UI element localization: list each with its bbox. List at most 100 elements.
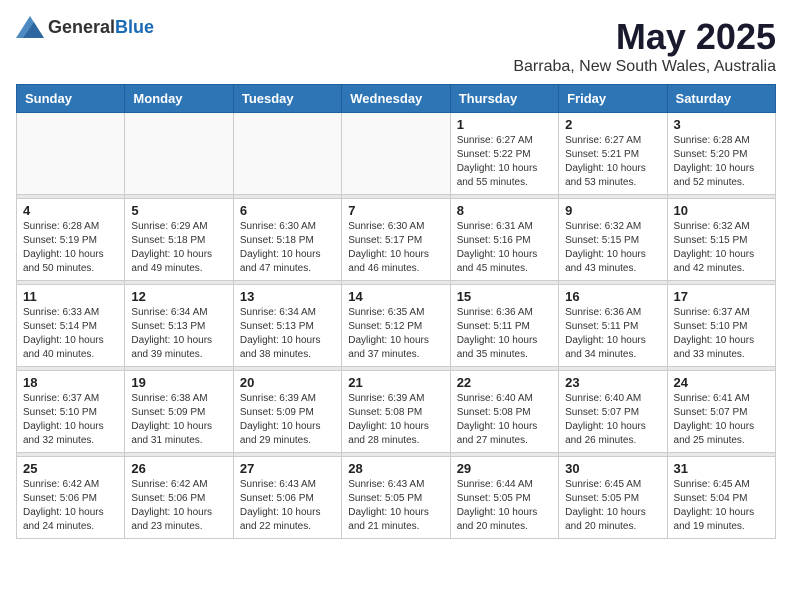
calendar-cell: 4 Sunrise: 6:28 AM Sunset: 5:19 PM Daylig… xyxy=(17,199,125,281)
day-info: Sunrise: 6:30 AM Sunset: 5:18 PM Dayligh… xyxy=(240,220,335,276)
calendar-cell: 18 Sunrise: 6:37 AM Sunset: 5:10 PM Dayli… xyxy=(17,371,125,453)
day-number: 6 xyxy=(240,203,335,218)
day-info: Sunrise: 6:42 AM Sunset: 5:06 PM Dayligh… xyxy=(23,478,118,534)
calendar-cell: 31Sunrise: 6:45 AM Sunset: 5:04 PM Dayli… xyxy=(667,457,775,539)
day-number: 28 xyxy=(348,461,443,476)
calendar-cell: 29Sunrise: 6:44 AM Sunset: 5:05 PM Dayli… xyxy=(450,457,558,539)
calendar-week-row: 11 Sunrise: 6:33 AM Sunset: 5:14 PM Dayli… xyxy=(17,285,776,367)
calendar-cell xyxy=(342,113,450,195)
day-number: 9 xyxy=(565,203,660,218)
day-number: 11 xyxy=(23,289,118,304)
day-info: Sunrise: 6:27 AM Sunset: 5:22 PM Dayligh… xyxy=(457,134,552,190)
day-info: Sunrise: 6:28 AM Sunset: 5:20 PM Dayligh… xyxy=(674,134,769,190)
day-number: 7 xyxy=(348,203,443,218)
day-info: Sunrise: 6:28 AM Sunset: 5:19 PM Dayligh… xyxy=(23,220,118,276)
calendar-cell: 16 Sunrise: 6:36 AM Sunset: 5:11 PM Dayli… xyxy=(559,285,667,367)
day-info: Sunrise: 6:32 AM Sunset: 5:15 PM Dayligh… xyxy=(674,220,769,276)
day-number: 18 xyxy=(23,375,118,390)
day-info: Sunrise: 6:31 AM Sunset: 5:16 PM Dayligh… xyxy=(457,220,552,276)
day-info: Sunrise: 6:32 AM Sunset: 5:15 PM Dayligh… xyxy=(565,220,660,276)
calendar-table: SundayMondayTuesdayWednesdayThursdayFrid… xyxy=(16,84,776,539)
logo-text-blue: Blue xyxy=(115,17,154,38)
day-info: Sunrise: 6:34 AM Sunset: 5:13 PM Dayligh… xyxy=(240,306,335,362)
calendar-week-row: 1 Sunrise: 6:27 AM Sunset: 5:22 PM Daylig… xyxy=(17,113,776,195)
day-info: Sunrise: 6:39 AM Sunset: 5:08 PM Dayligh… xyxy=(348,392,443,448)
calendar-cell: 26 Sunrise: 6:42 AM Sunset: 5:06 PM Dayli… xyxy=(125,457,233,539)
calendar-header-row: SundayMondayTuesdayWednesdayThursdayFrid… xyxy=(17,85,776,113)
day-number: 13 xyxy=(240,289,335,304)
calendar-cell: 17 Sunrise: 6:37 AM Sunset: 5:10 PM Dayli… xyxy=(667,285,775,367)
calendar-cell: 12 Sunrise: 6:34 AM Sunset: 5:13 PM Dayli… xyxy=(125,285,233,367)
day-info: Sunrise: 6:45 AM Sunset: 5:04 PM Dayligh… xyxy=(674,478,769,534)
day-info: Sunrise: 6:41 AM Sunset: 5:07 PM Dayligh… xyxy=(674,392,769,448)
calendar-cell: 14 Sunrise: 6:35 AM Sunset: 5:12 PM Dayli… xyxy=(342,285,450,367)
day-number: 30 xyxy=(565,461,660,476)
calendar-cell: 6 Sunrise: 6:30 AM Sunset: 5:18 PM Daylig… xyxy=(233,199,341,281)
calendar-cell: 13 Sunrise: 6:34 AM Sunset: 5:13 PM Dayli… xyxy=(233,285,341,367)
day-info: Sunrise: 6:37 AM Sunset: 5:10 PM Dayligh… xyxy=(674,306,769,362)
calendar-cell: 9 Sunrise: 6:32 AM Sunset: 5:15 PM Daylig… xyxy=(559,199,667,281)
day-number: 20 xyxy=(240,375,335,390)
day-number: 17 xyxy=(674,289,769,304)
day-info: Sunrise: 6:44 AM Sunset: 5:05 PM Dayligh… xyxy=(457,478,552,534)
calendar-cell: 5 Sunrise: 6:29 AM Sunset: 5:18 PM Daylig… xyxy=(125,199,233,281)
day-info: Sunrise: 6:36 AM Sunset: 5:11 PM Dayligh… xyxy=(565,306,660,362)
day-number: 24 xyxy=(674,375,769,390)
day-info: Sunrise: 6:34 AM Sunset: 5:13 PM Dayligh… xyxy=(131,306,226,362)
logo-text-general: General xyxy=(48,17,115,38)
calendar-cell: 1 Sunrise: 6:27 AM Sunset: 5:22 PM Daylig… xyxy=(450,113,558,195)
day-number: 10 xyxy=(674,203,769,218)
calendar-header-thursday: Thursday xyxy=(450,85,558,113)
day-info: Sunrise: 6:33 AM Sunset: 5:14 PM Dayligh… xyxy=(23,306,118,362)
calendar-cell: 20Sunrise: 6:39 AM Sunset: 5:09 PM Dayli… xyxy=(233,371,341,453)
page-header: General Blue May 2025 Barraba, New South… xyxy=(16,16,776,76)
day-number: 5 xyxy=(131,203,226,218)
calendar-cell: 11 Sunrise: 6:33 AM Sunset: 5:14 PM Dayli… xyxy=(17,285,125,367)
day-number: 8 xyxy=(457,203,552,218)
day-info: Sunrise: 6:45 AM Sunset: 5:05 PM Dayligh… xyxy=(565,478,660,534)
calendar-cell: 8 Sunrise: 6:31 AM Sunset: 5:16 PM Daylig… xyxy=(450,199,558,281)
calendar-week-row: 18 Sunrise: 6:37 AM Sunset: 5:10 PM Dayli… xyxy=(17,371,776,453)
calendar-header-tuesday: Tuesday xyxy=(233,85,341,113)
day-number: 2 xyxy=(565,117,660,132)
calendar-cell xyxy=(233,113,341,195)
day-info: Sunrise: 6:42 AM Sunset: 5:06 PM Dayligh… xyxy=(131,478,226,534)
calendar-cell: 27Sunrise: 6:43 AM Sunset: 5:06 PM Dayli… xyxy=(233,457,341,539)
calendar-week-row: 25 Sunrise: 6:42 AM Sunset: 5:06 PM Dayli… xyxy=(17,457,776,539)
day-number: 14 xyxy=(348,289,443,304)
calendar-cell: 28 Sunrise: 6:43 AM Sunset: 5:05 PM Dayli… xyxy=(342,457,450,539)
day-number: 19 xyxy=(131,375,226,390)
calendar-cell: 24 Sunrise: 6:41 AM Sunset: 5:07 PM Dayli… xyxy=(667,371,775,453)
day-number: 4 xyxy=(23,203,118,218)
day-number: 25 xyxy=(23,461,118,476)
calendar-header-sunday: Sunday xyxy=(17,85,125,113)
calendar-cell: 3 Sunrise: 6:28 AM Sunset: 5:20 PM Daylig… xyxy=(667,113,775,195)
day-info: Sunrise: 6:43 AM Sunset: 5:05 PM Dayligh… xyxy=(348,478,443,534)
day-number: 1 xyxy=(457,117,552,132)
calendar-cell: 2Sunrise: 6:27 AM Sunset: 5:21 PM Daylig… xyxy=(559,113,667,195)
calendar-header-wednesday: Wednesday xyxy=(342,85,450,113)
calendar-cell: 30 Sunrise: 6:45 AM Sunset: 5:05 PM Dayli… xyxy=(559,457,667,539)
day-info: Sunrise: 6:35 AM Sunset: 5:12 PM Dayligh… xyxy=(348,306,443,362)
calendar-header-monday: Monday xyxy=(125,85,233,113)
day-info: Sunrise: 6:40 AM Sunset: 5:08 PM Dayligh… xyxy=(457,392,552,448)
calendar-cell: 25 Sunrise: 6:42 AM Sunset: 5:06 PM Dayli… xyxy=(17,457,125,539)
day-number: 12 xyxy=(131,289,226,304)
calendar-cell: 23Sunrise: 6:40 AM Sunset: 5:07 PM Dayli… xyxy=(559,371,667,453)
day-info: Sunrise: 6:38 AM Sunset: 5:09 PM Dayligh… xyxy=(131,392,226,448)
day-info: Sunrise: 6:29 AM Sunset: 5:18 PM Dayligh… xyxy=(131,220,226,276)
day-number: 16 xyxy=(565,289,660,304)
day-info: Sunrise: 6:37 AM Sunset: 5:10 PM Dayligh… xyxy=(23,392,118,448)
calendar-week-row: 4 Sunrise: 6:28 AM Sunset: 5:19 PM Daylig… xyxy=(17,199,776,281)
calendar-cell: 19 Sunrise: 6:38 AM Sunset: 5:09 PM Dayli… xyxy=(125,371,233,453)
day-number: 27 xyxy=(240,461,335,476)
calendar-cell xyxy=(17,113,125,195)
day-number: 21 xyxy=(348,375,443,390)
day-info: Sunrise: 6:40 AM Sunset: 5:07 PM Dayligh… xyxy=(565,392,660,448)
day-number: 3 xyxy=(674,117,769,132)
subtitle: Barraba, New South Wales, Australia xyxy=(513,58,776,76)
day-number: 15 xyxy=(457,289,552,304)
calendar-cell: 7Sunrise: 6:30 AM Sunset: 5:17 PM Daylig… xyxy=(342,199,450,281)
day-number: 22 xyxy=(457,375,552,390)
day-number: 26 xyxy=(131,461,226,476)
